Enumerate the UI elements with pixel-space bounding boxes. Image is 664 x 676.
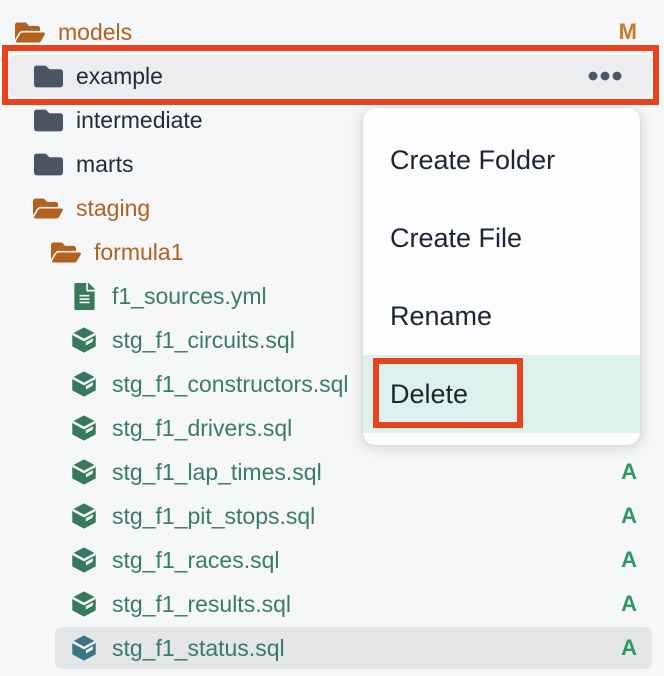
folder-icon bbox=[33, 105, 63, 135]
model-cube-icon bbox=[69, 589, 99, 619]
menu-item-label: Create File bbox=[390, 223, 522, 254]
tree-item-label: stg_f1_constructors.sql bbox=[112, 373, 349, 396]
tree-item-label: f1_sources.yml bbox=[112, 285, 267, 308]
git-status-badge: A bbox=[621, 547, 637, 573]
git-status-badge: A bbox=[621, 459, 637, 485]
git-status-badge: M bbox=[619, 19, 637, 45]
git-status-badge: A bbox=[621, 635, 637, 661]
tree-item-label: stg_f1_results.sql bbox=[112, 593, 291, 616]
menu-item-label: Create Folder bbox=[390, 145, 555, 176]
git-status-badge: A bbox=[621, 503, 637, 529]
model-cube-teal-icon bbox=[69, 633, 99, 663]
tree-item-label: stg_f1_status.sql bbox=[112, 637, 285, 660]
tree-item-label: example bbox=[76, 65, 163, 88]
tree-item-label: stg_f1_circuits.sql bbox=[112, 329, 295, 352]
menu-item-label: Rename bbox=[390, 301, 492, 332]
tree-item-stg-f1-lap-times-sql[interactable]: stg_f1_lap_times.sql A bbox=[0, 450, 664, 494]
tree-item-stg-f1-pit-stops-sql[interactable]: stg_f1_pit_stops.sql A bbox=[0, 494, 664, 538]
model-cube-icon bbox=[69, 369, 99, 399]
tree-item-label: models bbox=[58, 21, 132, 44]
tree-item-label: stg_f1_lap_times.sql bbox=[112, 461, 322, 484]
model-cube-icon bbox=[69, 413, 99, 443]
tree-item-models[interactable]: models M bbox=[0, 10, 664, 54]
git-status-badge: A bbox=[621, 591, 637, 617]
tree-item-label: formula1 bbox=[94, 241, 183, 264]
tree-item-label: stg_f1_pit_stops.sql bbox=[112, 505, 315, 528]
tree-item-stg-f1-races-sql[interactable]: stg_f1_races.sql A bbox=[0, 538, 664, 582]
tree-item-label: marts bbox=[76, 153, 134, 176]
tree-item-label: stg_f1_drivers.sql bbox=[112, 417, 292, 440]
tree-item-label: staging bbox=[76, 197, 150, 220]
menu-item-create-file[interactable]: Create File bbox=[363, 199, 640, 277]
folder-open-icon bbox=[15, 17, 45, 47]
model-cube-icon bbox=[69, 501, 99, 531]
model-cube-icon bbox=[69, 545, 99, 575]
tree-item-label: stg_f1_races.sql bbox=[112, 549, 279, 572]
tree-item-stg-f1-results-sql[interactable]: stg_f1_results.sql A bbox=[0, 582, 664, 626]
ellipsis-menu-icon[interactable] bbox=[588, 71, 622, 81]
context-menu: Create Folder Create File Rename Delete bbox=[363, 108, 640, 445]
menu-item-rename[interactable]: Rename bbox=[363, 277, 640, 355]
folder-icon bbox=[33, 149, 63, 179]
model-cube-icon bbox=[69, 325, 99, 355]
tree-item-stg-f1-status-sql[interactable]: stg_f1_status.sql A bbox=[0, 626, 664, 670]
tree-item-label: intermediate bbox=[76, 109, 203, 132]
menu-item-label: Delete bbox=[390, 379, 468, 410]
model-cube-icon bbox=[69, 457, 99, 487]
folder-icon bbox=[33, 61, 63, 91]
menu-item-create-folder[interactable]: Create Folder bbox=[363, 121, 640, 199]
tree-item-example[interactable]: example bbox=[0, 54, 664, 98]
folder-open-icon bbox=[33, 193, 63, 223]
folder-open-icon bbox=[51, 237, 81, 267]
file-lines-icon bbox=[69, 281, 99, 311]
menu-item-delete[interactable]: Delete bbox=[363, 355, 640, 433]
